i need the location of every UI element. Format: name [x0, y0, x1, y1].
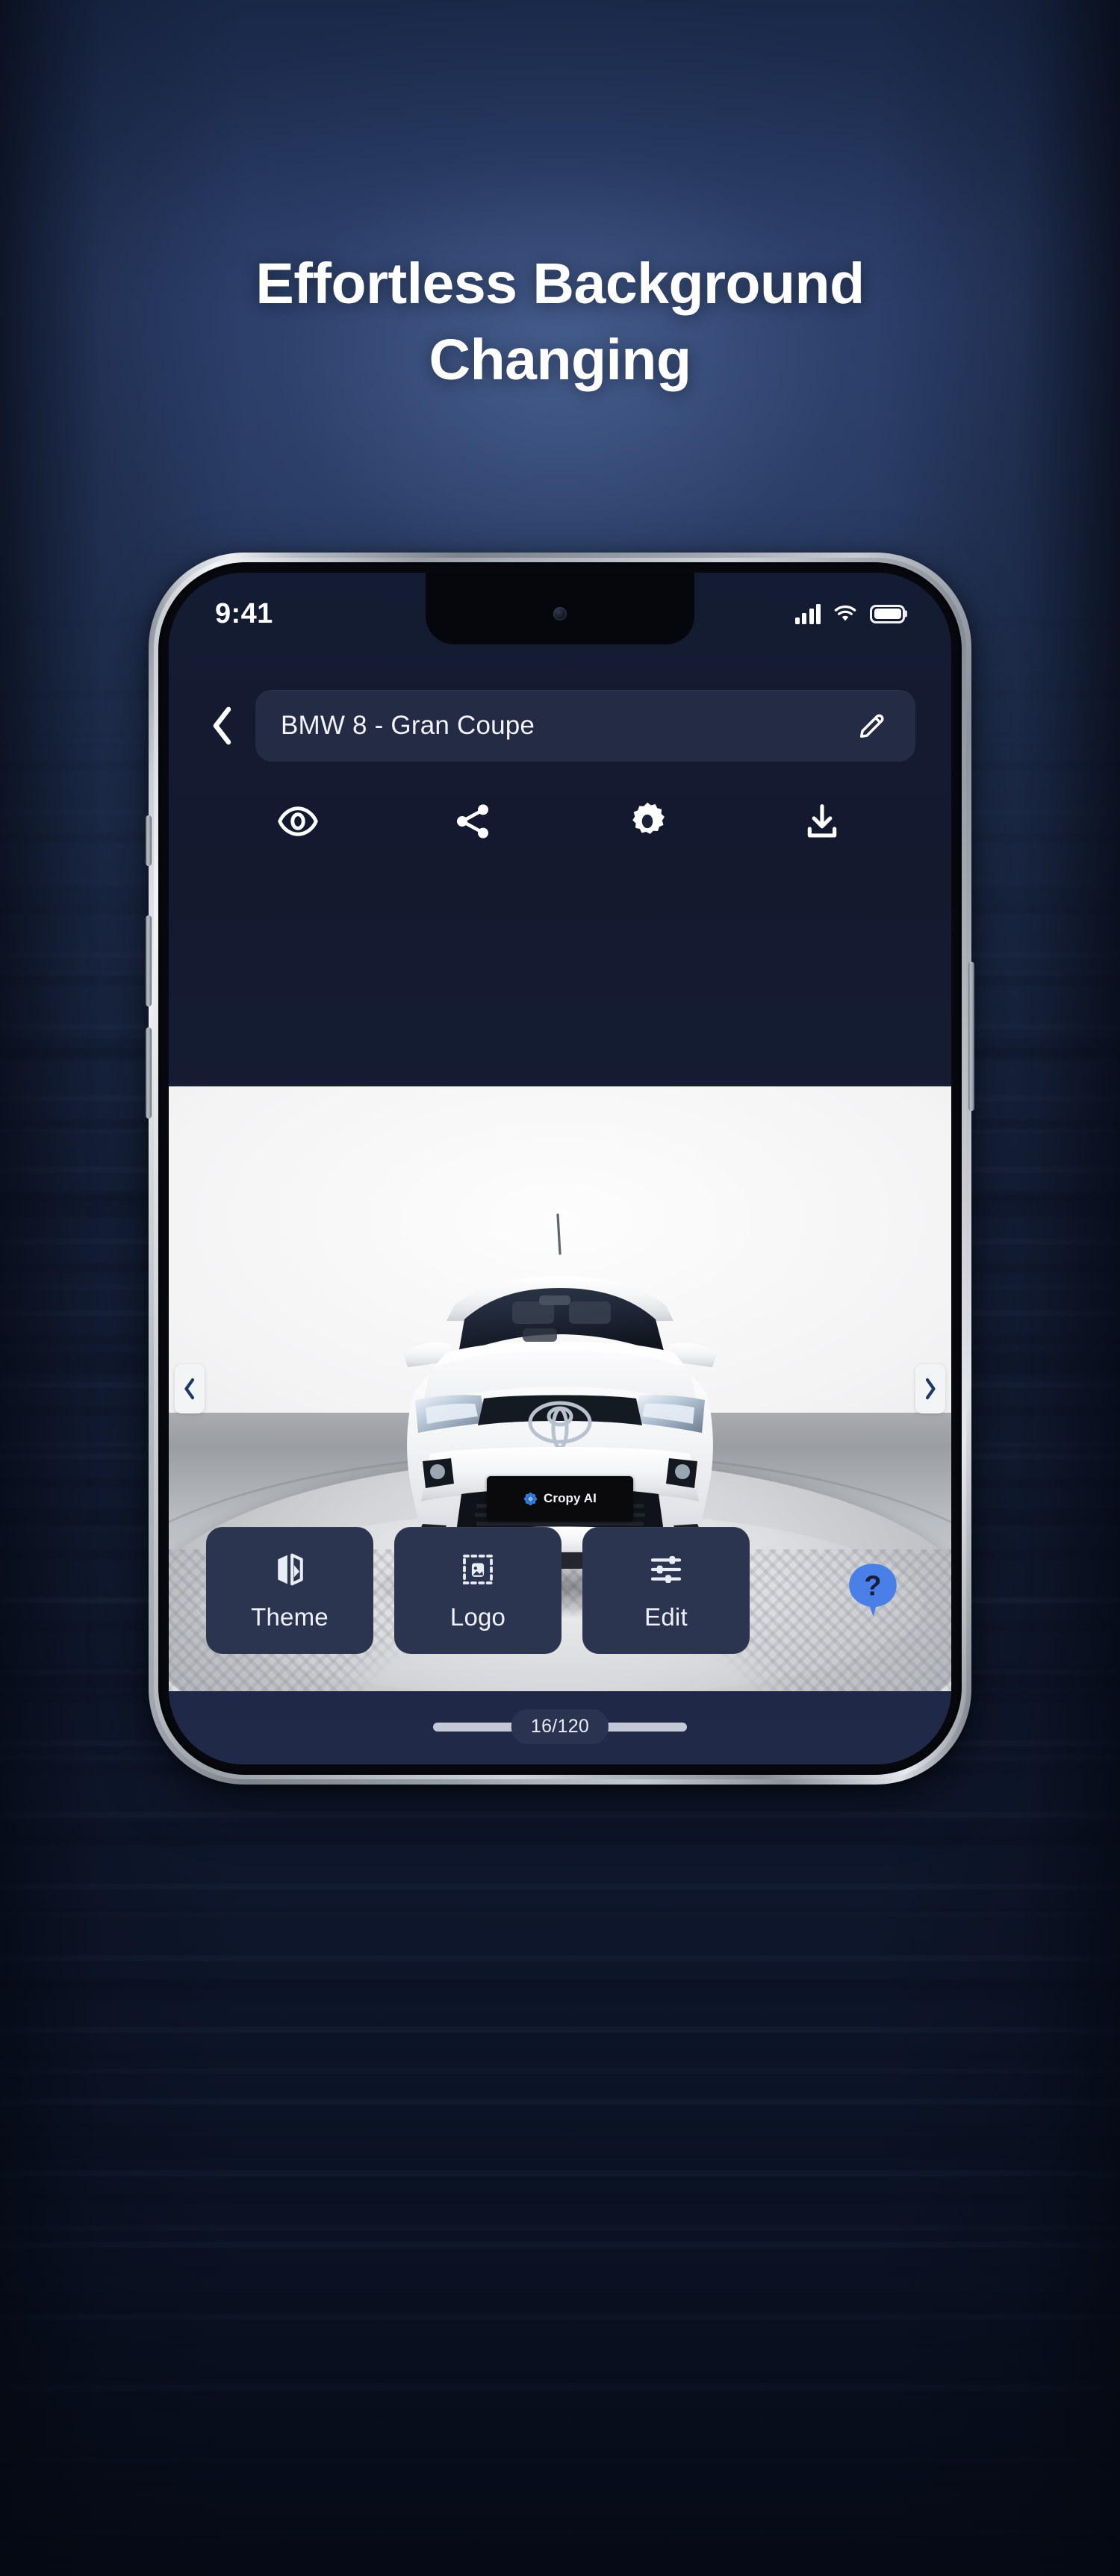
theme-flip-icon	[278, 1553, 303, 1586]
logo-button[interactable]: Logo	[394, 1527, 561, 1654]
cropy-ai-flower-logo-icon	[523, 1492, 538, 1505]
next-photo-button[interactable]	[915, 1364, 945, 1413]
logo-button-label: Logo	[449, 1603, 506, 1631]
chevron-left-icon	[213, 706, 231, 745]
help-button[interactable]: ?	[845, 1561, 900, 1620]
phone-mockup: 9:41 BMW 8 - Gran Coupe Cropy AI 16/120 …	[146, 553, 974, 1785]
battery-full-icon	[870, 604, 905, 623]
phone-volume-down-button[interactable]	[146, 1027, 152, 1119]
headline-line-2: Changing	[429, 327, 692, 392]
share-button[interactable]	[385, 788, 560, 855]
wifi-icon	[834, 605, 856, 620]
svg-text:?: ?	[864, 1570, 881, 1602]
edit-button[interactable]: Edit	[582, 1527, 750, 1654]
chevron-left-icon	[184, 1378, 195, 1400]
help-question-bubble-icon: ?	[849, 1564, 897, 1617]
cellular-signal-icon	[794, 603, 821, 624]
phone-notch	[426, 573, 694, 644]
phone-power-button[interactable]	[968, 962, 974, 1111]
watermark-plate: Cropy AI	[487, 1476, 633, 1521]
download-button[interactable]	[735, 788, 909, 855]
phone-volume-up-button[interactable]	[146, 915, 152, 1007]
back-button[interactable]	[205, 706, 239, 745]
app-toolbar	[169, 780, 951, 862]
share-icon	[457, 804, 488, 839]
status-bar-indicators	[794, 603, 905, 624]
status-bar-time: 9:41	[215, 597, 273, 629]
promo-page: Effortless Background Changing 9:41 BMW …	[0, 0, 1120, 2576]
project-name-field[interactable]: BMW 8 - Gran Coupe	[255, 690, 915, 762]
settings-button[interactable]	[560, 788, 735, 855]
app-screen: BMW 8 - Gran Coupe Cropy AI 16/120 Theme…	[169, 573, 951, 1764]
download-icon	[807, 804, 837, 838]
watermark-label: Cropy AI	[543, 1491, 597, 1505]
page-title: Effortless Background Changing	[0, 246, 1120, 398]
eye-icon	[278, 806, 318, 836]
front-camera-icon	[553, 607, 567, 620]
rename-button[interactable]	[853, 706, 892, 745]
headline-line-1: Effortless Background	[255, 252, 865, 316]
sliders-icon	[650, 1556, 682, 1583]
phone-screen: 9:41 BMW 8 - Gran Coupe Cropy AI 16/120 …	[169, 573, 951, 1764]
theme-button[interactable]: Theme	[206, 1527, 373, 1654]
edit-button-label: Edit	[644, 1603, 688, 1631]
phone-mute-switch[interactable]	[146, 815, 152, 866]
preview-button[interactable]	[211, 788, 385, 855]
gear-icon	[632, 802, 665, 834]
project-name-value[interactable]: BMW 8 - Gran Coupe	[281, 711, 844, 741]
theme-button-label: Theme	[251, 1603, 329, 1631]
logo-placeholder-icon	[463, 1555, 493, 1584]
pencil-icon	[859, 714, 884, 738]
previous-photo-button[interactable]	[175, 1364, 205, 1413]
app-titlebar: BMW 8 - Gran Coupe	[169, 685, 951, 767]
photo-counter-badge: 16/120	[511, 1709, 609, 1744]
chevron-right-icon	[925, 1378, 936, 1400]
bottom-action-bar: Theme Logo Edit ?	[169, 1527, 951, 1654]
